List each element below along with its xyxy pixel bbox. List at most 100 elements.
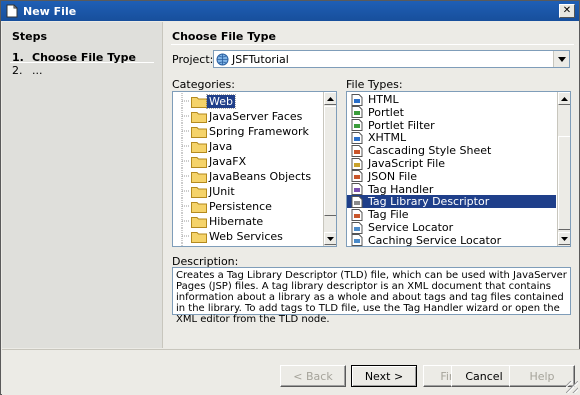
categories-tree[interactable]: Web JavaServer Faces Spring Framework Java J…: [172, 91, 337, 247]
scroll-down-icon[interactable]: [558, 232, 570, 245]
file-types-label: File Types:: [346, 78, 403, 91]
tree-line-icon: [181, 228, 189, 244]
scrollbar-thumb[interactable]: [324, 106, 336, 216]
project-label: Project:: [172, 53, 214, 66]
steps-heading: Steps: [12, 30, 48, 43]
project-value: JSFTutorial: [232, 52, 289, 66]
file-type-label: XHTML: [368, 131, 407, 145]
file-type-label: HTML: [368, 93, 399, 106]
category-label: JUnit: [209, 184, 235, 198]
category-item[interactable]: Web: [173, 93, 236, 109]
file-type-label: Cascading Style Sheet: [368, 144, 492, 158]
tag-file-icon: [351, 208, 363, 221]
file-types-scrollbar[interactable]: [557, 92, 570, 246]
category-item[interactable]: JavaFX: [173, 153, 248, 169]
steps-panel: Steps 1. Choose File Type 2....: [2, 22, 162, 348]
folder-icon: [191, 201, 207, 213]
file-type-label: Tag Library Descriptor: [368, 195, 490, 209]
category-item[interactable]: Spring Framework: [173, 123, 311, 139]
file-type-label: Caching Service Locator: [368, 233, 502, 247]
file-type-item[interactable]: Tag Handler: [347, 183, 556, 196]
file-type-item[interactable]: Caching Service Locator: [347, 233, 556, 247]
step-number: 2.: [12, 64, 23, 77]
file-type-item[interactable]: JSON File: [347, 170, 556, 183]
chevron-down-icon[interactable]: [553, 51, 569, 67]
folder-icon: [191, 171, 207, 183]
resize-grip[interactable]: [566, 381, 578, 393]
tree-line-icon: [181, 153, 189, 169]
tree-line-icon: [181, 213, 189, 229]
step-2: 2....: [12, 64, 43, 77]
tag-handler-icon: [351, 183, 363, 196]
scroll-up-icon[interactable]: [324, 92, 336, 105]
category-item[interactable]: XML: [173, 243, 234, 248]
category-label: JavaFX: [209, 154, 247, 168]
categories-scrollbar[interactable]: [323, 92, 336, 246]
title-bar[interactable]: New File ✕: [1, 1, 579, 21]
project-combobox[interactable]: JSFTutorial: [213, 50, 570, 68]
step-label: ...: [32, 64, 43, 77]
back-button[interactable]: < Back: [280, 365, 346, 387]
category-item[interactable]: JavaBeans Objects: [173, 168, 313, 184]
category-label: JavaServer Faces: [209, 109, 303, 123]
tld-file-icon: [351, 195, 363, 208]
caching-service-locator-icon: [351, 234, 363, 246]
portlet-icon: [351, 106, 363, 119]
new-file-dialog: New File ✕ Steps 1. Choose File Type 2...…: [0, 0, 580, 395]
button-bar: < Back Next > Finish Cancel Help: [2, 349, 580, 395]
service-locator-icon: [351, 221, 363, 234]
cancel-button[interactable]: Cancel: [451, 365, 517, 387]
folder-icon: [191, 126, 207, 138]
category-item[interactable]: JavaServer Faces: [173, 108, 304, 124]
tree-line-icon: [181, 168, 189, 184]
category-label: Web: [206, 93, 236, 109]
file-type-item[interactable]: Tag Library Descriptor: [347, 195, 556, 209]
file-type-item[interactable]: Portlet: [347, 106, 556, 119]
tree-line-icon: [181, 108, 189, 124]
category-item[interactable]: Web Services: [173, 228, 285, 244]
category-item[interactable]: Hibernate: [173, 213, 265, 229]
category-label: Java: [209, 139, 233, 153]
category-label: Spring Framework: [209, 124, 309, 138]
file-type-item[interactable]: HTML: [347, 93, 556, 106]
tree-line-icon: [181, 138, 189, 154]
scrollbar-thumb[interactable]: [558, 136, 570, 230]
file-types-list[interactable]: HTML Portlet Portlet Filter XHTML Cascading …: [346, 91, 571, 247]
css-file-icon: [351, 144, 363, 157]
page-title: Choose File Type: [172, 30, 276, 43]
file-type-item[interactable]: Service Locator: [347, 221, 556, 234]
file-type-label: Portlet: [368, 105, 404, 119]
scroll-down-icon[interactable]: [324, 232, 336, 245]
folder-icon: [191, 156, 207, 168]
folder-icon: [191, 96, 207, 108]
folder-icon: [191, 231, 207, 243]
scroll-up-icon[interactable]: [558, 92, 570, 105]
file-type-item[interactable]: Tag File: [347, 208, 556, 221]
json-file-icon: [351, 170, 363, 183]
next-button[interactable]: Next >: [351, 365, 417, 387]
category-item[interactable]: Persistence: [173, 198, 274, 214]
category-label: JavaBeans Objects: [209, 169, 312, 183]
window-title: New File: [23, 4, 77, 18]
file-type-item[interactable]: JavaScript File: [347, 157, 556, 170]
tree-line-icon: [181, 123, 189, 139]
category-item[interactable]: JUnit: [173, 183, 237, 199]
web-project-icon: [216, 53, 229, 66]
file-type-item[interactable]: Portlet Filter: [347, 119, 556, 132]
tree-line-icon: [181, 198, 189, 214]
step-label: Choose File Type: [32, 51, 136, 64]
category-item[interactable]: Java: [173, 138, 234, 154]
folder-icon: [191, 245, 207, 248]
tree-line-icon: [181, 183, 189, 199]
file-type-item[interactable]: Cascading Style Sheet: [347, 144, 556, 157]
file-type-item[interactable]: XHTML: [347, 131, 556, 144]
folder-icon: [191, 216, 207, 228]
main-panel: Choose File Type Project: JSFTutorial Ca…: [162, 22, 579, 348]
description-text: Creates a Tag Library Descriptor (TLD) f…: [172, 267, 571, 325]
portlet-filter-icon: [351, 119, 363, 132]
close-button[interactable]: ✕: [559, 4, 575, 18]
category-label: Web Services: [209, 229, 283, 243]
file-type-label: Tag Handler: [368, 182, 434, 196]
folder-icon: [191, 111, 207, 123]
step-1: 1. Choose File Type: [12, 51, 136, 64]
